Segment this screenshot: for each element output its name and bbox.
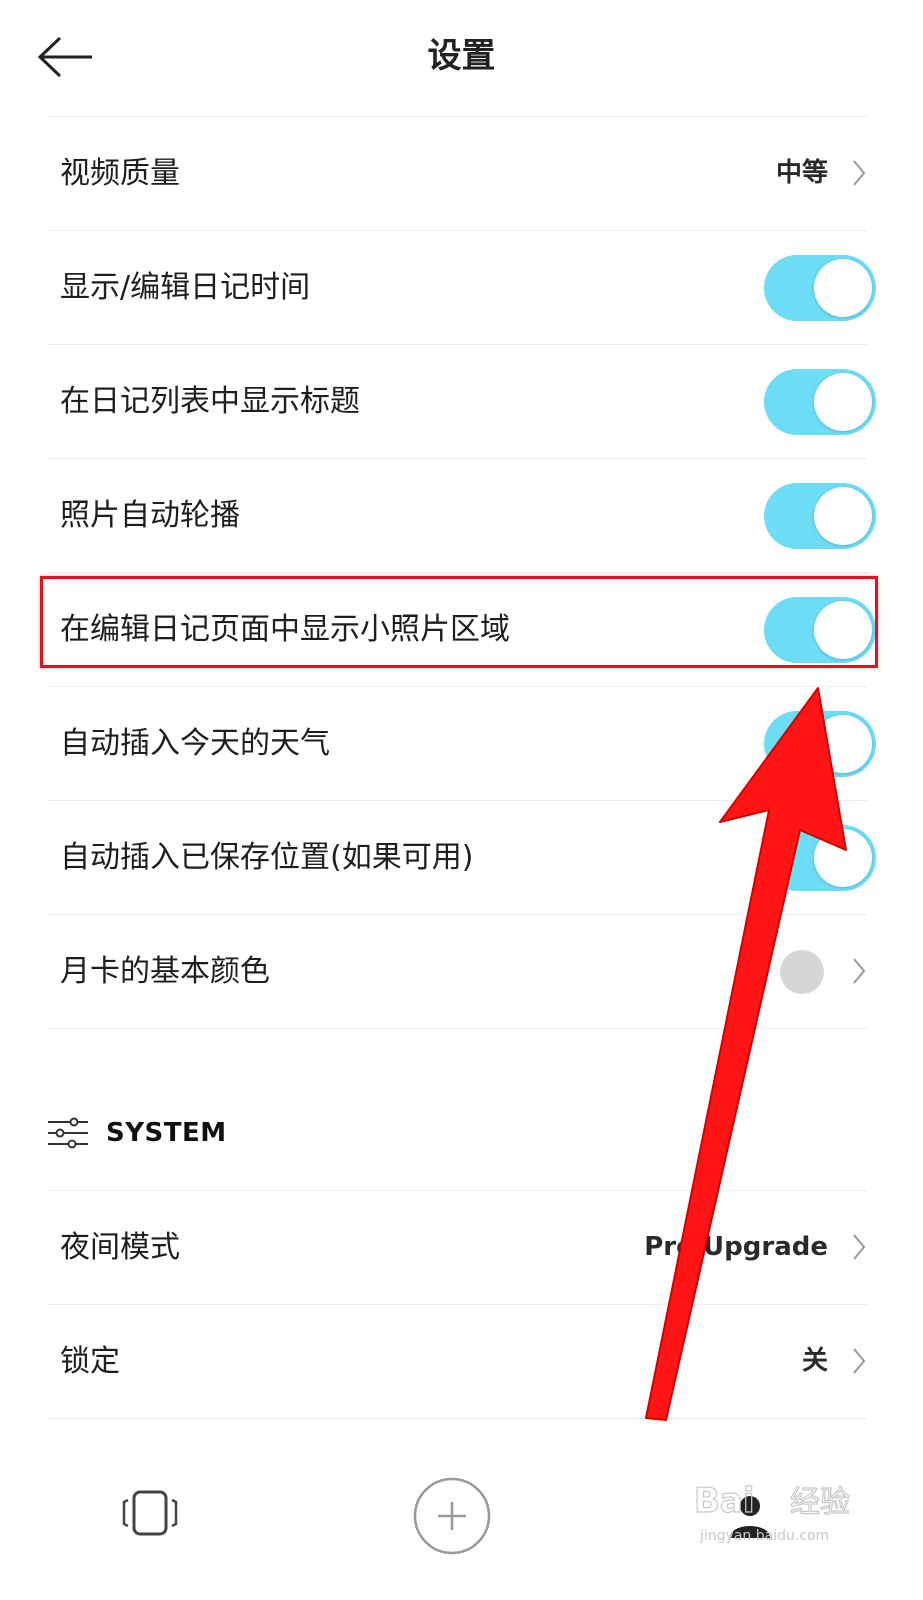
cards-icon[interactable] [120,1488,180,1538]
svg-text:Bai: Bai [694,1481,755,1521]
setting-label: 自动插入已保存位置(如果可用) [60,840,474,875]
setting-label: 照片自动轮播 [60,498,240,533]
setting-photo-autoplay: 照片自动轮播 [48,458,876,572]
setting-label: 月卡的基本颜色 [60,954,270,989]
setting-video-quality[interactable]: 视频质量 中等 [48,116,868,230]
setting-diary-time: 显示/编辑日记时间 [48,230,876,344]
setting-label: 自动插入今天的天气 [60,726,330,761]
setting-night-mode[interactable]: 夜间模式 Pro Upgrade [48,1190,868,1304]
svg-text:jingyan.baidu.com: jingyan.baidu.com [699,1528,829,1544]
setting-label: 锁定 [60,1344,120,1379]
toggle-knob [814,601,872,659]
setting-label: 视频质量 [60,156,180,191]
setting-label: 夜间模式 [60,1230,180,1265]
toggle-knob [814,829,872,887]
toggle-switch[interactable] [764,597,876,663]
page-title: 设置 [427,36,496,76]
tabbar-fade [0,1420,923,1460]
setting-list-title: 在日记列表中显示标题 [48,344,876,458]
toggle-knob [814,487,872,545]
setting-label: 在编辑日记页面中显示小照片区域 [60,612,510,647]
baidu-watermark-logo: Bai 经验 jingyan.baidu.com [693,1480,850,1544]
setting-month-card-color[interactable]: 月卡的基本颜色 [48,914,868,1028]
toggle-knob [814,259,872,317]
toggle-switch[interactable] [764,825,876,891]
add-icon[interactable] [412,1476,492,1556]
color-swatch [780,950,824,994]
setting-value: 关 [801,1346,828,1376]
header: 设置 [0,0,923,116]
toggle-knob [814,373,872,431]
setting-lock[interactable]: 锁定 关 [48,1304,868,1418]
toggle-switch[interactable] [764,255,876,321]
toggle-knob [814,715,872,773]
divider [48,1028,868,1029]
setting-value: Pro Upgrade [644,1232,828,1262]
toggle-switch[interactable] [764,711,876,777]
toggle-switch[interactable] [764,369,876,435]
chevron-right-icon [853,1348,866,1374]
setting-label: 显示/编辑日记时间 [60,270,311,305]
chevron-right-icon [853,160,866,186]
setting-small-photo-area: 在编辑日记页面中显示小照片区域 [48,572,876,686]
svg-text:经验: 经验 [790,1485,850,1520]
setting-value: 中等 [775,158,828,188]
setting-label: 在日记列表中显示标题 [60,384,360,419]
chevron-right-icon [853,1234,866,1260]
sliders-icon [48,1117,88,1149]
setting-auto-weather: 自动插入今天的天气 [48,686,876,800]
setting-auto-location: 自动插入已保存位置(如果可用) [48,800,876,914]
toggle-switch[interactable] [764,483,876,549]
section-title: SYSTEM [106,1118,227,1148]
chevron-right-icon [853,958,866,984]
system-section-header: SYSTEM [48,1100,868,1170]
